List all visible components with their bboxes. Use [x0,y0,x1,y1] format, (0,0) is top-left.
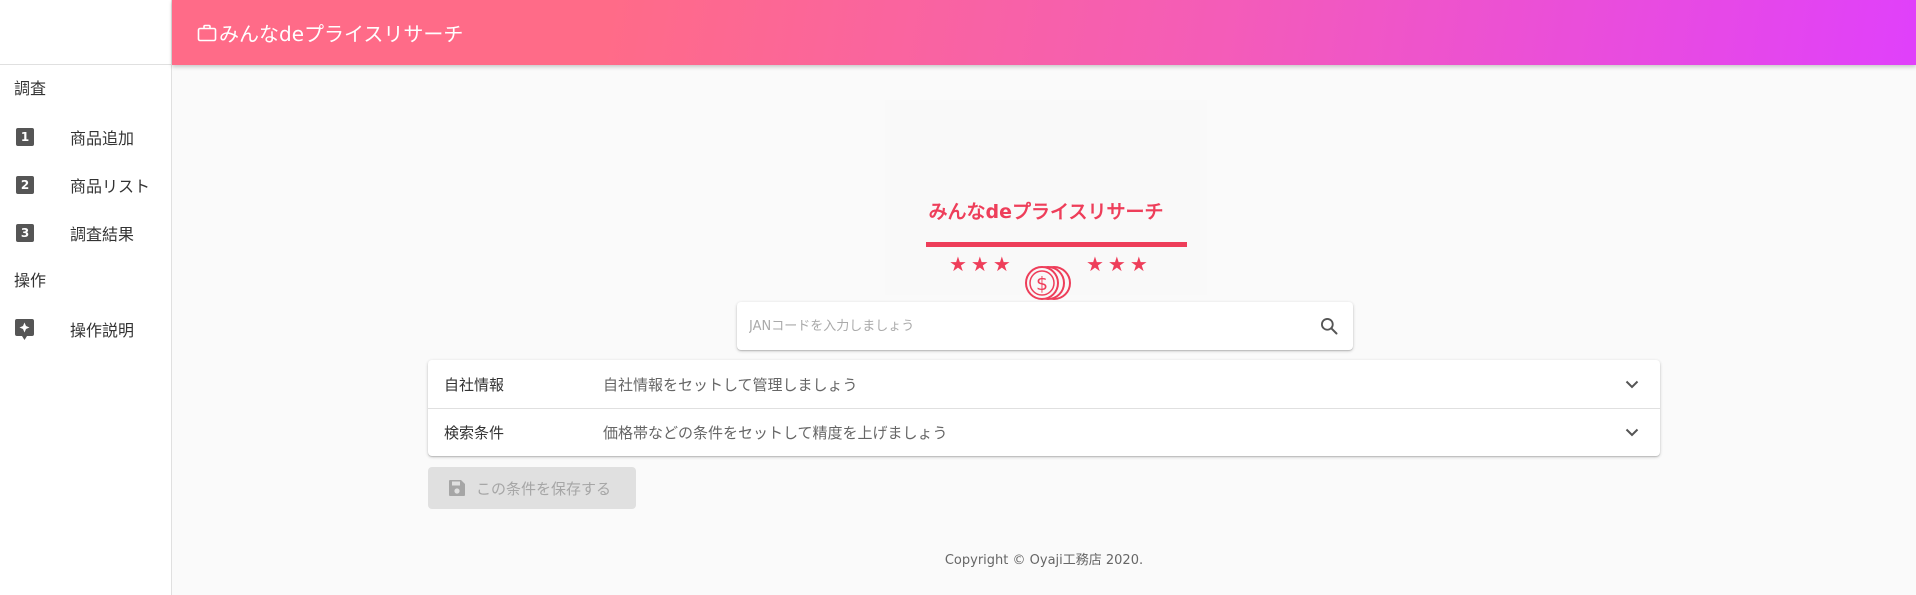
sidebar: 調査 1 商品追加 2 商品リスト 3 調査結果 操作 操作説明 [0,0,172,595]
logo-stars-right: ★★★ [1086,252,1152,276]
save-conditions-button[interactable]: この条件を保存する [428,467,636,509]
logo-stars-left: ★★★ [949,252,1015,276]
coin-stack-icon: $ [1025,266,1071,300]
sidebar-item-instructions[interactable]: 操作説明 [0,305,171,353]
sidebar-item-research-results[interactable]: 3 調査結果 [0,209,171,257]
panel-description: 価格帯などの条件をセットして精度を上げましょう [603,424,948,442]
sidebar-header [0,0,171,65]
expansion-panels: 自社情報 自社情報をセットして管理しましょう 検索条件 価格帯などの条件をセット… [428,360,1660,456]
panel-search-conditions[interactable]: 検索条件 価格帯などの条件をセットして精度を上げましょう [428,408,1660,456]
sidebar-item-label: 調査結果 [70,225,135,244]
sidebar-item-label: 商品追加 [70,129,135,148]
save-button-label: この条件を保存する [476,479,612,498]
search-icon [1321,318,1338,335]
briefcase-icon [197,24,217,41]
chevron-down-icon[interactable] [1604,380,1660,389]
save-icon [449,480,465,496]
panel-title: 検索条件 [444,424,505,442]
logo: みんなdeプライスリサーチ ★★★ ★★★ $ [885,100,1207,300]
number-1-icon: 1 [16,128,34,146]
sidebar-item-label: 商品リスト [70,177,151,196]
sidebar-item-product-list[interactable]: 2 商品リスト [0,161,171,209]
chevron-down-icon[interactable] [1604,428,1660,437]
panel-description: 自社情報をセットして管理しましょう [603,375,858,394]
logo-underline [926,242,1187,247]
svg-text:$: $ [1036,273,1048,295]
copyright: Copyright © Oyaji工務店 2020. [944,553,1144,568]
panel-company-info[interactable]: 自社情報 自社情報をセットして管理しましょう [428,360,1660,408]
panel-title: 自社情報 [444,375,505,394]
app-bar: みんなdeプライスリサーチ [172,0,1916,65]
sidebar-section-research: 調査 [14,79,47,98]
sidebar-item-label: 操作説明 [70,321,135,340]
help-bubble-icon [15,318,34,340]
number-2-icon: 2 [16,176,34,194]
number-3-icon: 3 [16,224,34,242]
search-input[interactable] [737,302,1305,350]
sidebar-item-add-product[interactable]: 1 商品追加 [0,113,171,161]
main-content: みんなdeプライスリサーチ ★★★ ★★★ $ 自社情報 自社情報をセットして管… [172,65,1916,595]
search-button[interactable] [1305,302,1353,350]
search-bar [737,302,1353,350]
app-title: みんなdeプライスリサーチ [219,22,464,46]
logo-title: みんなdeプライスリサーチ [928,201,1164,223]
sidebar-section-operation: 操作 [14,271,47,290]
